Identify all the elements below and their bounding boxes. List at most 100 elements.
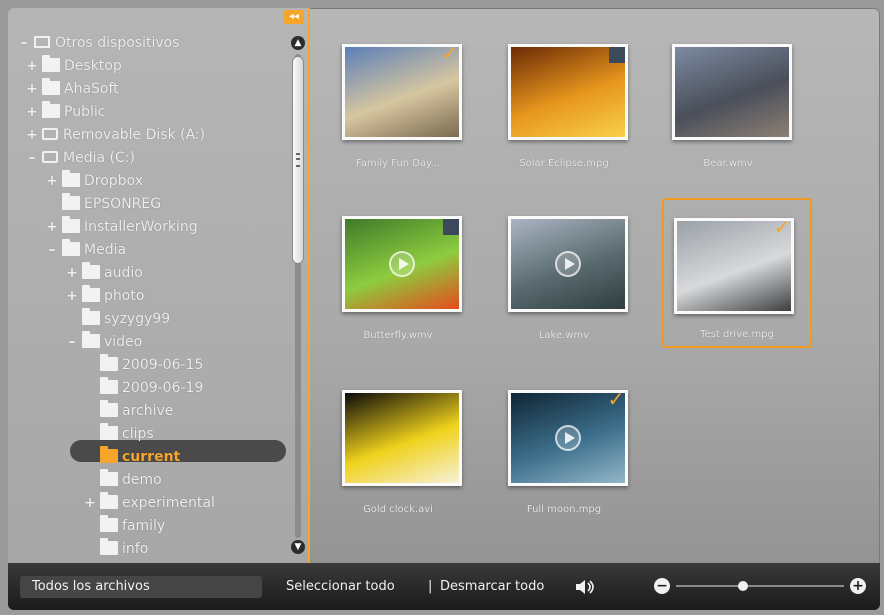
tree-item-label: InstallerWorking: [84, 219, 198, 235]
folder-icon: [62, 170, 80, 187]
collapse-panel-button[interactable]: ◂◂: [284, 10, 304, 24]
drive-icon: [42, 151, 58, 163]
collapse-icon[interactable]: –: [46, 239, 58, 261]
thumbnail-caption: Family Fun Day...: [355, 158, 441, 169]
tree-item-label: info: [122, 541, 149, 557]
tree-item[interactable]: demo: [84, 469, 162, 491]
thumbnail-image[interactable]: ✓: [674, 217, 794, 314]
tree-item[interactable]: + Dropbox: [46, 170, 143, 192]
select-all-link[interactable]: Seleccionar todo: [286, 563, 395, 610]
expand-icon[interactable]: +: [66, 285, 78, 307]
folder-icon: [100, 423, 118, 440]
expand-icon[interactable]: +: [26, 55, 38, 77]
tree-item[interactable]: + InstallerWorking: [46, 216, 198, 238]
thumbnail-image[interactable]: [508, 216, 628, 312]
thumbnail-image[interactable]: ✓: [342, 43, 462, 140]
speaker-icon[interactable]: [574, 579, 596, 595]
zoom-slider-thumb[interactable]: [738, 581, 749, 591]
tree-item[interactable]: – Media: [46, 239, 126, 261]
tree-item[interactable]: + experimental: [84, 492, 215, 514]
tree-item[interactable]: archive: [84, 400, 173, 422]
thumbnail-image[interactable]: [342, 216, 462, 312]
tree-item-label: Media: [84, 242, 127, 258]
tree-item[interactable]: + Removable Disk (A:): [26, 124, 205, 146]
media-thumbnail[interactable]: ✓ Full moon.mpg: [498, 372, 648, 522]
tree-item[interactable]: family: [84, 515, 165, 537]
tree-item[interactable]: + audio: [66, 262, 143, 284]
tree-item[interactable]: + Public: [26, 101, 105, 123]
expand-icon[interactable]: +: [26, 78, 38, 100]
checkmark-icon[interactable]: ✓: [605, 389, 627, 409]
tree-item-label: 2009-06-19: [122, 380, 204, 396]
folder-icon: [62, 193, 80, 210]
scroll-down-icon[interactable]: ▼: [291, 540, 305, 554]
folder-icon: [100, 469, 118, 486]
thumbnail-caption: Lake.wmv: [538, 330, 590, 341]
tree-item[interactable]: EPSONREG: [46, 193, 161, 215]
tree-item[interactable]: info: [84, 538, 148, 560]
play-icon[interactable]: [555, 425, 581, 451]
thumbnail-caption: Bear.wmv: [703, 158, 753, 169]
tree-item-label: video: [104, 334, 143, 350]
folder-icon: [100, 492, 118, 509]
tree-item[interactable]: – Otros dispositivos: [18, 32, 180, 54]
drive-icon: [42, 128, 58, 140]
media-thumbnail[interactable]: Lake.wmv: [498, 198, 648, 348]
expand-icon[interactable]: +: [66, 262, 78, 284]
tree-item[interactable]: + photo: [66, 285, 144, 307]
tree-item[interactable]: clips: [84, 423, 154, 445]
media-thumbnail[interactable]: Butterfly.wmv: [332, 198, 482, 348]
expand-icon[interactable]: +: [46, 170, 58, 192]
thumbnail-caption: Solar Eclipse.mpg: [519, 158, 609, 169]
play-icon[interactable]: [389, 251, 415, 277]
checkmark-icon[interactable]: ✓: [439, 43, 461, 63]
expand-icon[interactable]: +: [26, 101, 38, 123]
media-thumbnail[interactable]: ✓ Family Fun Day...: [332, 26, 482, 176]
thumbnail-image[interactable]: [508, 44, 628, 140]
thumbnail-caption: Gold clock.avi: [363, 504, 433, 515]
zoom-slider-track[interactable]: [676, 585, 844, 587]
scroll-up-icon[interactable]: ▲: [291, 36, 305, 50]
folder-icon: [82, 285, 100, 302]
thumbnail-image[interactable]: ✓: [508, 389, 628, 486]
tree-item-label: photo: [104, 288, 145, 304]
expand-icon[interactable]: +: [26, 124, 38, 146]
tree-item[interactable]: 2009-06-19: [84, 377, 203, 399]
collapse-icon[interactable]: –: [26, 147, 38, 169]
folder-icon: [62, 239, 80, 256]
preview-image: [511, 47, 625, 137]
collapse-icon[interactable]: –: [66, 331, 78, 353]
tree-item[interactable]: + Desktop: [26, 55, 122, 77]
media-thumbnail[interactable]: Bear.wmv: [662, 26, 812, 176]
folder-icon: [42, 101, 60, 118]
tree-item[interactable]: – Media (C:): [26, 147, 135, 169]
checkmark-icon[interactable]: ✓: [771, 217, 793, 237]
folder-tree-pane: – Otros dispositivos + Desktop + AhaSoft + Publ…: [8, 8, 308, 563]
play-icon[interactable]: [555, 251, 581, 277]
thumbnail-image[interactable]: [342, 390, 462, 486]
deselect-all-link[interactable]: Desmarcar todo: [440, 563, 544, 610]
media-thumbnail[interactable]: ✓ Test drive.mpg: [662, 198, 812, 348]
scroll-thumb[interactable]: [292, 56, 304, 264]
expand-icon[interactable]: +: [46, 216, 58, 238]
grip-icon: [296, 153, 300, 167]
media-thumbnail[interactable]: Solar Eclipse.mpg: [498, 26, 648, 176]
tree-item[interactable]: + AhaSoft: [26, 78, 119, 100]
tree-item-label: Public: [64, 104, 106, 120]
tree-item[interactable]: 2009-06-15: [84, 354, 203, 376]
media-thumbnail[interactable]: Gold clock.avi: [332, 372, 482, 522]
file-type-filter-dropdown[interactable]: Todos los archivos: [20, 576, 262, 598]
tree-item-label: archive: [122, 403, 174, 419]
collapse-icon[interactable]: –: [18, 32, 30, 54]
tree-item[interactable]: – video: [66, 331, 142, 353]
link-separator: |: [428, 579, 433, 594]
folder-icon: [100, 377, 118, 394]
tree-item-label: Desktop: [64, 58, 122, 74]
tree-scrollbar[interactable]: ▲ ▼: [290, 36, 308, 556]
tree-item[interactable]: current: [84, 446, 180, 468]
tree-item[interactable]: syzygy99: [66, 308, 170, 330]
thumbnail-image[interactable]: [672, 44, 792, 140]
expand-icon[interactable]: +: [84, 492, 96, 514]
zoom-out-button[interactable]: −: [654, 578, 670, 594]
zoom-in-button[interactable]: +: [850, 578, 866, 594]
